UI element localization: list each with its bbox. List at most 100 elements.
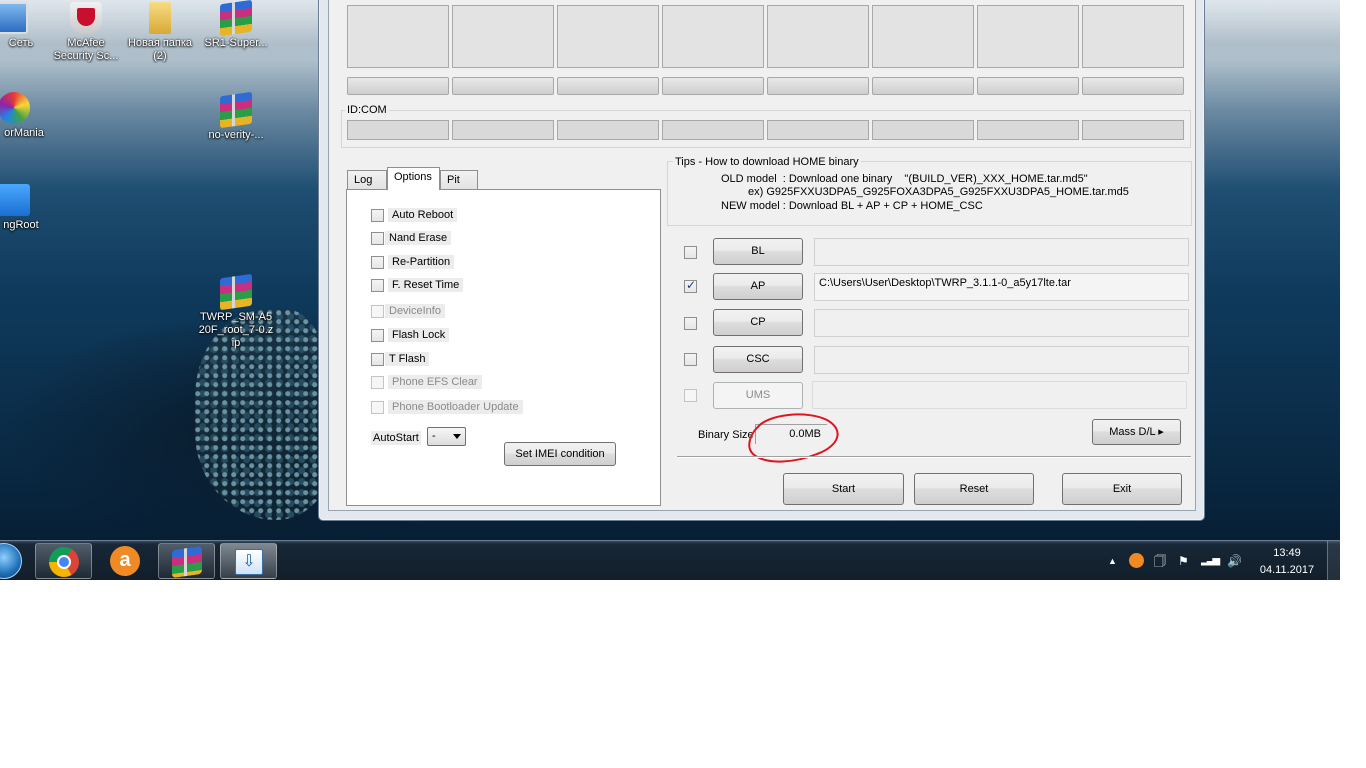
tab-options[interactable]: Options [387,167,440,190]
mass-dl-button[interactable]: Mass D/L ▸ [1092,419,1181,445]
cp-checkbox[interactable] [684,317,697,330]
tab-log[interactable]: Log [347,170,387,190]
taskbar-chrome[interactable] [35,543,92,579]
option-device-info: DeviceInfo [371,303,445,319]
option-label: F. Reset Time [388,278,464,292]
option-phone-bootloader-update: Phone Bootloader Update [371,399,523,415]
csc-button[interactable]: CSC [713,346,803,373]
option-label: T Flash [385,352,430,366]
desktop-icon-label: orMania [4,127,44,139]
tips-title: Tips - How to download HOME binary [673,156,861,168]
option-flash-lock[interactable]: Flash Lock [371,327,450,343]
phone-efs-clear-checkbox [371,375,384,389]
com-port-slot [347,120,449,140]
autostart-dropdown[interactable]: - [427,427,466,446]
clock-date[interactable]: 04.11.2017 [1252,564,1322,576]
progress-slot [767,77,869,95]
start-button[interactable]: Start [783,473,904,505]
show-desktop-button[interactable] [1327,541,1340,580]
tips-line-old-model: OLD model : Download one binary "(BUILD_… [721,173,1088,185]
reset-button[interactable]: Reset [914,473,1034,505]
desktop-icon-kingroot[interactable]: ngRoot [0,184,52,232]
option-label: Flash Lock [388,328,450,342]
exit-button[interactable]: Exit [1062,473,1182,505]
ap-button[interactable]: AP [713,273,803,300]
bl-checkbox[interactable] [684,246,697,259]
ums-path-field [812,381,1187,409]
autostart-value: - [432,430,436,442]
taskbar: a ⇩ ▲ 🗍 ⚑ ▂▃▅ 🔊 13:49 04.11.2017 [0,540,1340,580]
progress-slot [872,77,974,95]
flash-lock-checkbox[interactable] [371,328,384,342]
device-info-checkbox [371,304,384,318]
csc-checkbox[interactable] [684,353,697,366]
bl-button[interactable]: BL [713,238,803,265]
clock-time[interactable]: 13:49 [1258,547,1316,559]
tray-avast-icon[interactable] [1129,553,1144,568]
auto-reboot-checkbox[interactable] [371,208,384,222]
nand-erase-checkbox[interactable] [371,231,384,245]
option-auto-reboot[interactable]: Auto Reboot [371,207,458,223]
odin-download-icon: ⇩ [235,549,263,575]
progress-slot [557,77,659,95]
phone-bootloader-update-checkbox [371,400,384,414]
com-port-slot [977,120,1079,140]
desktop-icon-new-folder[interactable]: Новая папка (2) [120,2,200,63]
device-slot [977,5,1079,68]
ums-button: UMS [713,382,803,409]
option-label: Auto Reboot [388,208,458,222]
tab-pit[interactable]: Pit [440,170,478,190]
winrar-icon [172,545,202,579]
separator [677,456,1191,458]
desktop-icon-mcafee[interactable]: McAfee Security Sc... [46,2,126,63]
option-nand-erase[interactable]: Nand Erase [371,230,452,246]
desktop-icon-network[interactable]: Сеть [0,2,52,50]
re-partition-checkbox[interactable] [371,255,384,269]
set-imei-condition-button[interactable]: Set IMEI condition [504,442,616,466]
option-t-flash[interactable]: T Flash [371,351,430,367]
cp-button[interactable]: CP [713,309,803,336]
progress-slot [977,77,1079,95]
com-port-slot [452,120,554,140]
tray-expand-icon[interactable]: ▲ [1108,555,1117,567]
chrome-icon [49,547,79,577]
desktop-icon-sr1-super[interactable]: SR1-Super... [196,0,276,50]
com-port-slot [662,120,764,140]
desktop-icon-colormania[interactable]: orMania [0,92,52,140]
option-label: Phone Bootloader Update [388,400,523,414]
option-f-reset-time[interactable]: F. Reset Time [371,277,464,293]
device-slot [557,5,659,68]
ums-checkbox [684,389,697,402]
tray-network-signal-icon[interactable]: ▂▃▅ [1201,555,1220,567]
ap-checkbox[interactable] [684,278,697,293]
kingroot-icon [0,184,30,216]
option-label: DeviceInfo [385,304,445,318]
option-re-partition[interactable]: Re-Partition [371,254,455,270]
odin-window: ID:COM Log Options Pit Auto Reboot Nand … [318,0,1205,521]
colormania-icon [0,92,30,124]
folder-icon [149,2,171,34]
device-slot [767,5,869,68]
t-flash-checkbox[interactable] [371,352,384,366]
taskbar-winrar[interactable] [158,543,215,579]
cp-path-field[interactable] [814,309,1189,337]
start-orb-icon[interactable] [0,543,22,579]
tray-volume-icon[interactable]: 🔊 [1227,555,1242,567]
csc-path-field[interactable] [814,346,1189,374]
desktop-icon-twrp-zip[interactable]: TWRP_SM-A520F_root_7-0.zip [196,273,276,350]
taskbar-odin[interactable]: ⇩ [220,543,277,579]
com-port-slot [872,120,974,140]
id-com-label: ID:COM [345,104,389,116]
tray-action-center-flag-icon[interactable]: ⚑ [1178,555,1189,567]
desktop-icon-label: ngRoot [3,219,39,231]
red-annotation-circle [748,413,839,463]
desktop-icon-no-verity[interactable]: no-verity-... [196,91,276,142]
bl-path-field[interactable] [814,238,1189,266]
f-reset-time-checkbox[interactable] [371,278,384,292]
progress-slot [1082,77,1184,95]
progress-slot [662,77,764,95]
taskbar-avast[interactable]: a [96,543,153,579]
ap-path-field[interactable]: C:\Users\User\Desktop\TWRP_3.1.1-0_a5y17… [814,273,1189,301]
tray-usb-device-icon[interactable]: 🗍 [1154,555,1166,567]
winrar-archive-icon [220,91,252,129]
